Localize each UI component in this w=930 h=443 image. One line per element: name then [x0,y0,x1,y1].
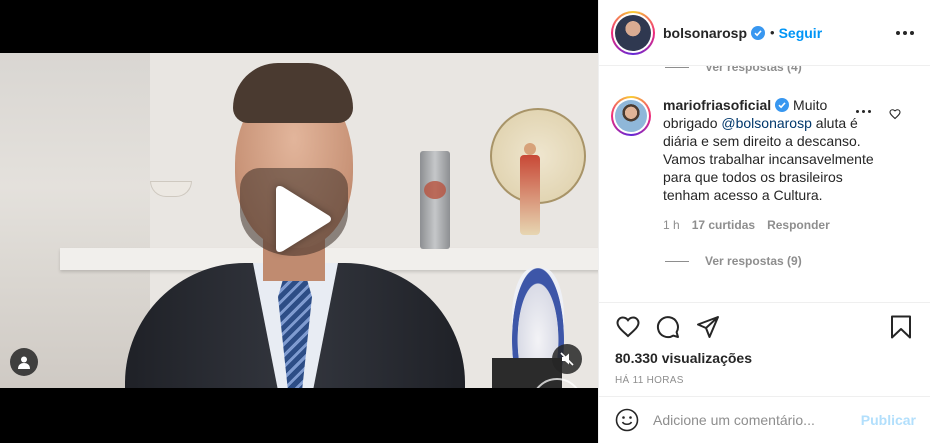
post-actions: 80.330 visualizações HÁ 11 HORAS [599,302,930,396]
comment-text: mariofriasoficial Muito obrigado @bolson… [663,96,883,204]
views-number: 80.330 [615,350,658,366]
comment-item: mariofriasoficial Muito obrigado @bolson… [611,96,921,234]
more-options-icon[interactable] [896,30,914,35]
author-avatar-image [615,14,651,51]
post-timestamp[interactable]: HÁ 11 HORAS [615,375,914,386]
header-separator: • [770,25,775,40]
comment-meta: 1 h 17 curtidas Responder [663,216,883,234]
play-button[interactable] [270,186,332,252]
author-avatar[interactable] [611,10,655,55]
commenter-avatar[interactable] [611,96,651,136]
post-side-panel: bolsonarosp • Seguir Ver respostas (4) m… [598,0,930,443]
like-button[interactable] [615,314,641,340]
verified-badge-icon [751,25,766,40]
reply-button[interactable]: Responder [767,216,830,234]
commenter-username[interactable]: mariofriasoficial [663,97,771,113]
comment-mention-link[interactable]: @bolsonarosp [721,115,812,131]
comment-button[interactable] [655,314,681,340]
publish-button[interactable]: Publicar [861,412,916,428]
speaker-muted-icon [560,352,574,366]
emoji-button[interactable] [615,408,639,432]
follow-button[interactable]: Seguir [779,25,823,41]
heart-icon [889,109,901,120]
view-replies-top[interactable]: Ver respostas (4) [665,66,802,74]
comment-body: mariofriasoficial Muito obrigado @bolson… [663,96,883,234]
comment-input[interactable] [653,412,861,428]
post-header: bolsonarosp • Seguir [599,0,930,66]
instagram-post-view: TV bolsonarosp [0,0,930,443]
comment-options-icon[interactable] [856,110,871,113]
play-icon [276,186,331,252]
share-button[interactable] [695,314,721,340]
comments-list[interactable]: Ver respostas (4) mariofriasoficial Muit… [599,66,930,302]
user-tags-button[interactable] [10,348,38,376]
mute-toggle-button[interactable] [552,344,582,374]
add-comment-form: Publicar [599,396,930,443]
comment-time: 1 h [663,218,680,232]
comment-likes[interactable]: 17 curtidas [692,216,755,234]
replies-line [665,66,689,68]
speaker-hair [233,63,353,123]
emoji-icon [615,408,639,432]
action-icons-row [615,313,914,341]
video-speaker [75,58,465,388]
commenter-avatar-image [615,100,647,132]
bookmark-icon [891,315,911,339]
replies-line [665,260,689,262]
view-replies[interactable]: Ver respostas (9) [665,254,802,268]
user-tag-icon [18,356,30,369]
comment-icon [656,316,679,339]
verified-badge-icon [775,98,790,112]
save-button[interactable] [888,314,914,340]
comment-like-button[interactable] [889,107,901,125]
views-count[interactable]: 80.330 visualizações [615,350,914,366]
author-username[interactable]: bolsonarosp [663,25,747,41]
share-icon [697,316,719,338]
video-player[interactable]: TV [0,0,598,443]
view-replies-label: Ver respostas (9) [705,254,802,268]
view-replies-label: Ver respostas (4) [705,66,802,74]
heart-icon [616,316,640,338]
background-figurine [510,143,550,253]
views-label: visualizações [661,350,752,366]
